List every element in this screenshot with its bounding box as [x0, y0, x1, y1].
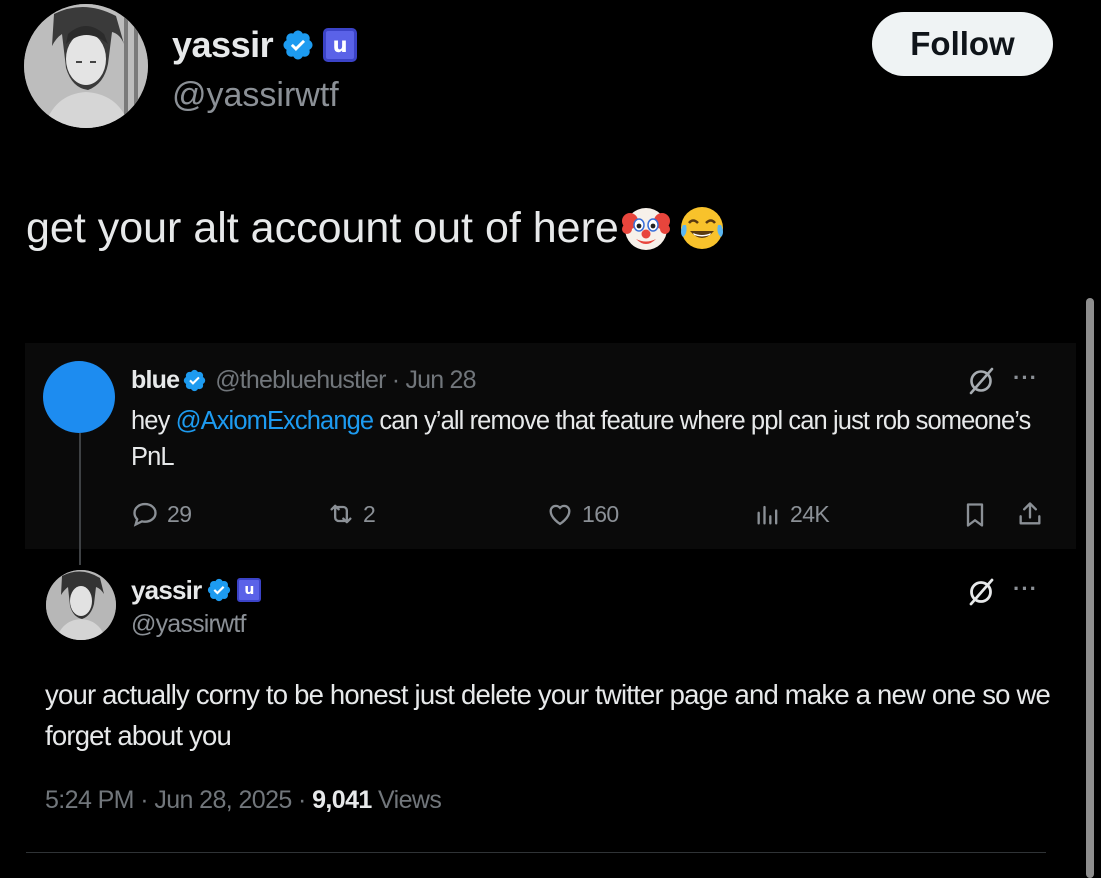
quoted-tweet-text: hey @AxiomExchange can y’all remove that…: [131, 403, 1041, 475]
verified-badge-icon[interactable]: [182, 368, 207, 393]
divider: [26, 852, 1046, 853]
reply-count: 29: [167, 500, 192, 527]
affiliate-badge[interactable]: u: [323, 28, 358, 62]
like-action[interactable]: 160: [546, 500, 619, 528]
repost-action[interactable]: 2: [327, 500, 376, 528]
analytics-icon: [757, 505, 778, 525]
mention-link[interactable]: @AxiomExchange: [176, 407, 374, 435]
verified-badge-icon[interactable]: [281, 28, 315, 62]
quoted-author-name[interactable]: blue: [131, 366, 180, 395]
author-avatar[interactable]: [24, 4, 148, 128]
views-label: Views: [371, 786, 442, 814]
follow-button[interactable]: Follow: [872, 12, 1053, 76]
author-handle[interactable]: @yassirwtf: [172, 76, 339, 115]
views-count: 9,041: [312, 786, 372, 814]
quoted-text-before: hey: [131, 407, 176, 435]
quoted-author-avatar[interactable]: [43, 361, 115, 433]
share-icon[interactable]: [1016, 500, 1044, 528]
heart-icon: [549, 504, 571, 526]
face-with-tears-of-joy-icon: [680, 207, 723, 249]
tweet-body: get your alt account out of here: [26, 203, 619, 252]
author-display-name[interactable]: yassir: [172, 24, 274, 66]
timestamp-text[interactable]: 5:24 PM · Jun 28, 2025 ·: [45, 786, 312, 814]
more-options-icon[interactable]: ···: [1013, 576, 1038, 602]
reply-author-avatar[interactable]: [46, 570, 116, 640]
reply-author-name-row: yassir u: [131, 573, 262, 607]
affiliate-badge[interactable]: u: [237, 578, 262, 602]
quoted-author-handle-date[interactable]: @thebluehustler · Jun 28: [215, 366, 476, 395]
reply-action[interactable]: 29: [131, 500, 192, 528]
clown-face-icon: [621, 208, 670, 250]
grok-icon[interactable]: [966, 366, 996, 396]
repost-icon: [330, 504, 352, 524]
more-options-icon[interactable]: ···: [1013, 365, 1038, 391]
like-count: 160: [582, 500, 619, 527]
scrollbar[interactable]: [1086, 298, 1094, 878]
verified-badge-icon[interactable]: [206, 577, 232, 603]
reply-icon: [133, 502, 157, 527]
bookmark-icon[interactable]: [961, 501, 989, 529]
thread-connector-line: [79, 433, 81, 565]
tweet-timestamp: 5:24 PM · Jun 28, 2025 · 9,041 Views: [45, 786, 442, 815]
reply-text: your actually corny to be honest just de…: [45, 679, 1051, 751]
reply-author-handle[interactable]: @yassirwtf: [131, 610, 246, 639]
tweet-text: get your alt account out of here: [26, 203, 727, 253]
views-action[interactable]: 24K: [754, 500, 830, 528]
repost-count: 2: [363, 500, 376, 527]
reply-author-name[interactable]: yassir: [131, 575, 202, 606]
view-count: 24K: [790, 500, 830, 527]
author-name-row: yassir u: [172, 22, 358, 68]
quoted-tweet-header: blue @thebluehustler · Jun 28: [131, 364, 477, 396]
grok-icon[interactable]: [966, 577, 996, 607]
